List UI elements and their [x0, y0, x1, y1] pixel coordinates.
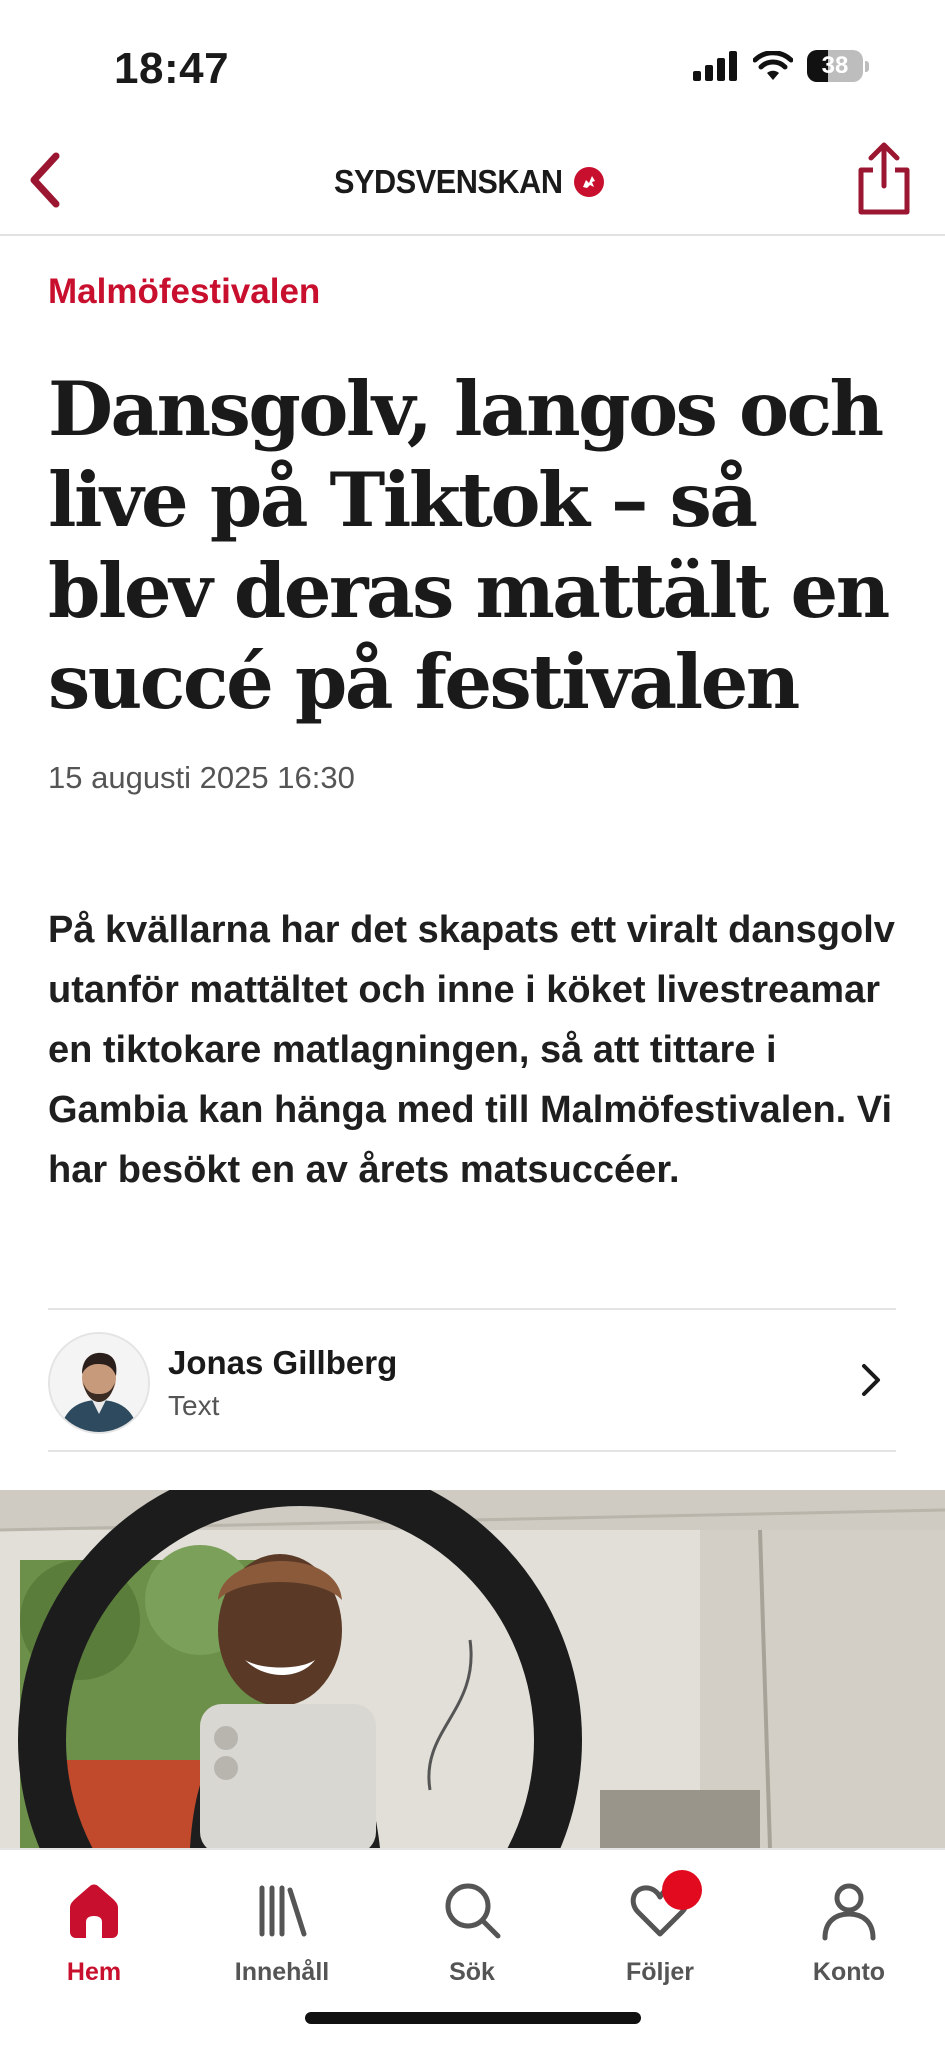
- status-icons: 38: [693, 50, 869, 82]
- status-bar: 18:47 38: [0, 0, 945, 130]
- tab-label: Konto: [812, 1958, 886, 1986]
- notification-badge: [662, 1870, 702, 1910]
- top-navigation-bar: SYDSVENSKAN: [0, 130, 945, 236]
- griffin-emblem-icon: [573, 167, 604, 197]
- library-icon: [259, 1885, 307, 1937]
- status-time: 18:47: [114, 44, 230, 93]
- tab-label: Innehåll: [234, 1958, 330, 1986]
- back-button[interactable]: [14, 148, 78, 212]
- logo-text: SYDSVENSKAN: [334, 163, 563, 200]
- home-indicator: [305, 2012, 641, 2024]
- wifi-icon: [753, 51, 793, 80]
- tab-sok[interactable]: Sök: [392, 1860, 552, 1990]
- article-date: 15 augusti 2025 16:30: [48, 760, 355, 795]
- tab-label: Följer: [625, 1958, 695, 1986]
- author-byline[interactable]: Jonas Gillberg Text: [48, 1308, 896, 1452]
- share-icon: [858, 142, 910, 215]
- share-button[interactable]: [851, 140, 917, 216]
- search-icon: [445, 1883, 501, 1939]
- tab-foljer[interactable]: Följer: [580, 1860, 740, 1990]
- article-lead: På kvällarna har det skapats ett viralt …: [48, 909, 895, 1191]
- article-kicker[interactable]: Malmöfestivalen: [48, 272, 320, 312]
- cellular-signal-icon: [693, 51, 737, 81]
- battery-icon: 38: [807, 50, 869, 82]
- home-icon: [70, 1884, 118, 1938]
- chevron-left-icon: [30, 152, 60, 208]
- battery-level: 38: [821, 52, 849, 79]
- author-name: Jonas Gillberg: [168, 1344, 398, 1381]
- author-role: Text: [168, 1390, 220, 1421]
- tab-hem[interactable]: Hem: [14, 1860, 174, 1990]
- chevron-right-icon: [862, 1364, 880, 1396]
- article-hero-image[interactable]: [0, 1490, 945, 1848]
- author-avatar: [48, 1332, 150, 1434]
- person-icon: [822, 1883, 876, 1941]
- tab-label: Hem: [66, 1958, 122, 1986]
- tab-innehall[interactable]: Innehåll: [202, 1860, 362, 1990]
- tab-label: Sök: [449, 1958, 495, 1986]
- tab-konto[interactable]: Konto: [769, 1860, 929, 1990]
- sydsvenskan-logo[interactable]: SYDSVENSKAN: [334, 160, 604, 204]
- heart-icon-wrapper: [628, 1870, 702, 1942]
- article-headline: Dansgolv, langos och live på Tiktok – så…: [48, 365, 890, 726]
